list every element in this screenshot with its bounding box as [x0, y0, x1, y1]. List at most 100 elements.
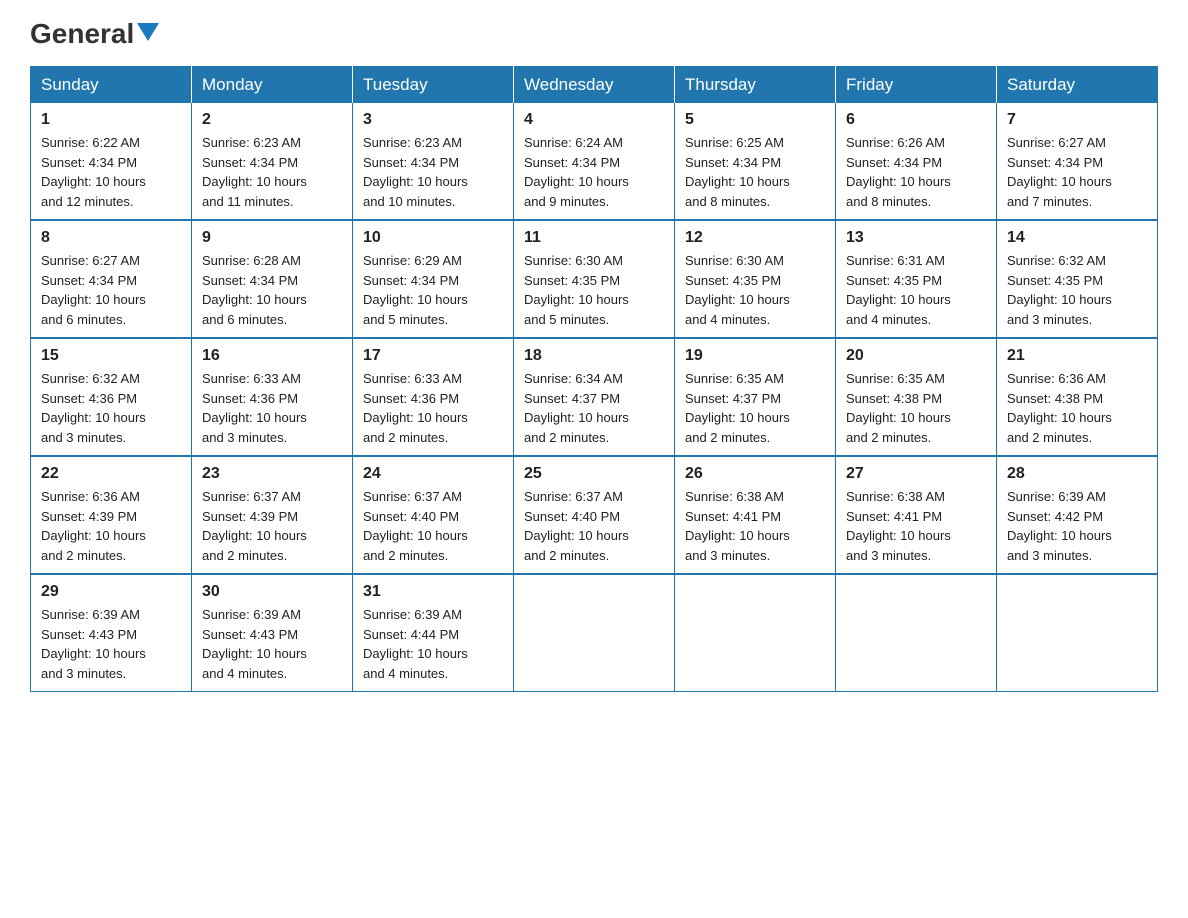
day-number: 15 [41, 347, 181, 365]
day-number: 16 [202, 347, 342, 365]
calendar-cell: 28 Sunrise: 6:39 AMSunset: 4:42 PMDaylig… [997, 456, 1158, 574]
calendar-cell: 13 Sunrise: 6:31 AMSunset: 4:35 PMDaylig… [836, 220, 997, 338]
day-info: Sunrise: 6:23 AMSunset: 4:34 PMDaylight:… [202, 133, 342, 211]
logo: General [30, 20, 159, 48]
day-info: Sunrise: 6:38 AMSunset: 4:41 PMDaylight:… [685, 487, 825, 565]
day-info: Sunrise: 6:30 AMSunset: 4:35 PMDaylight:… [524, 251, 664, 329]
calendar-cell: 25 Sunrise: 6:37 AMSunset: 4:40 PMDaylig… [514, 456, 675, 574]
calendar-week-row: 1 Sunrise: 6:22 AMSunset: 4:34 PMDayligh… [31, 103, 1158, 220]
day-number: 18 [524, 347, 664, 365]
column-header-wednesday: Wednesday [514, 67, 675, 104]
day-info: Sunrise: 6:37 AMSunset: 4:40 PMDaylight:… [363, 487, 503, 565]
day-number: 20 [846, 347, 986, 365]
day-info: Sunrise: 6:39 AMSunset: 4:43 PMDaylight:… [202, 605, 342, 683]
column-header-friday: Friday [836, 67, 997, 104]
day-number: 17 [363, 347, 503, 365]
calendar-cell: 2 Sunrise: 6:23 AMSunset: 4:34 PMDayligh… [192, 103, 353, 220]
logo-triangle-icon [137, 23, 159, 41]
calendar-cell: 16 Sunrise: 6:33 AMSunset: 4:36 PMDaylig… [192, 338, 353, 456]
calendar-cell: 30 Sunrise: 6:39 AMSunset: 4:43 PMDaylig… [192, 574, 353, 692]
calendar-cell: 20 Sunrise: 6:35 AMSunset: 4:38 PMDaylig… [836, 338, 997, 456]
day-number: 21 [1007, 347, 1147, 365]
day-info: Sunrise: 6:39 AMSunset: 4:42 PMDaylight:… [1007, 487, 1147, 565]
day-number: 10 [363, 229, 503, 247]
day-info: Sunrise: 6:28 AMSunset: 4:34 PMDaylight:… [202, 251, 342, 329]
calendar-cell: 14 Sunrise: 6:32 AMSunset: 4:35 PMDaylig… [997, 220, 1158, 338]
calendar-table: SundayMondayTuesdayWednesdayThursdayFrid… [30, 66, 1158, 692]
day-number: 7 [1007, 111, 1147, 129]
calendar-cell: 22 Sunrise: 6:36 AMSunset: 4:39 PMDaylig… [31, 456, 192, 574]
day-info: Sunrise: 6:36 AMSunset: 4:38 PMDaylight:… [1007, 369, 1147, 447]
day-info: Sunrise: 6:24 AMSunset: 4:34 PMDaylight:… [524, 133, 664, 211]
day-info: Sunrise: 6:37 AMSunset: 4:39 PMDaylight:… [202, 487, 342, 565]
day-number: 4 [524, 111, 664, 129]
column-header-saturday: Saturday [997, 67, 1158, 104]
day-info: Sunrise: 6:32 AMSunset: 4:35 PMDaylight:… [1007, 251, 1147, 329]
calendar-cell: 17 Sunrise: 6:33 AMSunset: 4:36 PMDaylig… [353, 338, 514, 456]
calendar-cell: 3 Sunrise: 6:23 AMSunset: 4:34 PMDayligh… [353, 103, 514, 220]
calendar-cell: 23 Sunrise: 6:37 AMSunset: 4:39 PMDaylig… [192, 456, 353, 574]
day-info: Sunrise: 6:36 AMSunset: 4:39 PMDaylight:… [41, 487, 181, 565]
calendar-week-row: 22 Sunrise: 6:36 AMSunset: 4:39 PMDaylig… [31, 456, 1158, 574]
day-number: 2 [202, 111, 342, 129]
day-number: 8 [41, 229, 181, 247]
day-number: 28 [1007, 465, 1147, 483]
day-number: 30 [202, 583, 342, 601]
calendar-cell: 7 Sunrise: 6:27 AMSunset: 4:34 PMDayligh… [997, 103, 1158, 220]
day-number: 29 [41, 583, 181, 601]
logo-text-general: General [30, 20, 134, 48]
calendar-week-row: 8 Sunrise: 6:27 AMSunset: 4:34 PMDayligh… [31, 220, 1158, 338]
day-info: Sunrise: 6:22 AMSunset: 4:34 PMDaylight:… [41, 133, 181, 211]
calendar-cell: 21 Sunrise: 6:36 AMSunset: 4:38 PMDaylig… [997, 338, 1158, 456]
day-info: Sunrise: 6:32 AMSunset: 4:36 PMDaylight:… [41, 369, 181, 447]
day-number: 24 [363, 465, 503, 483]
day-number: 26 [685, 465, 825, 483]
day-info: Sunrise: 6:27 AMSunset: 4:34 PMDaylight:… [41, 251, 181, 329]
calendar-cell [997, 574, 1158, 692]
calendar-week-row: 29 Sunrise: 6:39 AMSunset: 4:43 PMDaylig… [31, 574, 1158, 692]
day-info: Sunrise: 6:34 AMSunset: 4:37 PMDaylight:… [524, 369, 664, 447]
calendar-cell: 8 Sunrise: 6:27 AMSunset: 4:34 PMDayligh… [31, 220, 192, 338]
calendar-cell: 4 Sunrise: 6:24 AMSunset: 4:34 PMDayligh… [514, 103, 675, 220]
calendar-cell: 5 Sunrise: 6:25 AMSunset: 4:34 PMDayligh… [675, 103, 836, 220]
calendar-cell: 19 Sunrise: 6:35 AMSunset: 4:37 PMDaylig… [675, 338, 836, 456]
calendar-cell: 12 Sunrise: 6:30 AMSunset: 4:35 PMDaylig… [675, 220, 836, 338]
day-info: Sunrise: 6:35 AMSunset: 4:38 PMDaylight:… [846, 369, 986, 447]
day-number: 11 [524, 229, 664, 247]
day-number: 14 [1007, 229, 1147, 247]
day-info: Sunrise: 6:39 AMSunset: 4:43 PMDaylight:… [41, 605, 181, 683]
calendar-cell: 6 Sunrise: 6:26 AMSunset: 4:34 PMDayligh… [836, 103, 997, 220]
day-number: 6 [846, 111, 986, 129]
day-info: Sunrise: 6:25 AMSunset: 4:34 PMDaylight:… [685, 133, 825, 211]
day-info: Sunrise: 6:31 AMSunset: 4:35 PMDaylight:… [846, 251, 986, 329]
column-header-tuesday: Tuesday [353, 67, 514, 104]
calendar-cell: 11 Sunrise: 6:30 AMSunset: 4:35 PMDaylig… [514, 220, 675, 338]
day-number: 9 [202, 229, 342, 247]
day-info: Sunrise: 6:39 AMSunset: 4:44 PMDaylight:… [363, 605, 503, 683]
calendar-cell: 27 Sunrise: 6:38 AMSunset: 4:41 PMDaylig… [836, 456, 997, 574]
day-info: Sunrise: 6:37 AMSunset: 4:40 PMDaylight:… [524, 487, 664, 565]
day-number: 25 [524, 465, 664, 483]
column-header-monday: Monday [192, 67, 353, 104]
day-info: Sunrise: 6:26 AMSunset: 4:34 PMDaylight:… [846, 133, 986, 211]
day-number: 19 [685, 347, 825, 365]
column-header-sunday: Sunday [31, 67, 192, 104]
day-number: 27 [846, 465, 986, 483]
day-number: 3 [363, 111, 503, 129]
calendar-cell [675, 574, 836, 692]
day-info: Sunrise: 6:27 AMSunset: 4:34 PMDaylight:… [1007, 133, 1147, 211]
page-header: General [30, 20, 1158, 48]
calendar-cell: 26 Sunrise: 6:38 AMSunset: 4:41 PMDaylig… [675, 456, 836, 574]
day-number: 12 [685, 229, 825, 247]
day-number: 23 [202, 465, 342, 483]
day-info: Sunrise: 6:33 AMSunset: 4:36 PMDaylight:… [202, 369, 342, 447]
calendar-cell [514, 574, 675, 692]
day-info: Sunrise: 6:38 AMSunset: 4:41 PMDaylight:… [846, 487, 986, 565]
day-info: Sunrise: 6:30 AMSunset: 4:35 PMDaylight:… [685, 251, 825, 329]
calendar-cell: 1 Sunrise: 6:22 AMSunset: 4:34 PMDayligh… [31, 103, 192, 220]
calendar-cell: 9 Sunrise: 6:28 AMSunset: 4:34 PMDayligh… [192, 220, 353, 338]
calendar-week-row: 15 Sunrise: 6:32 AMSunset: 4:36 PMDaylig… [31, 338, 1158, 456]
day-number: 22 [41, 465, 181, 483]
day-number: 5 [685, 111, 825, 129]
day-info: Sunrise: 6:23 AMSunset: 4:34 PMDaylight:… [363, 133, 503, 211]
